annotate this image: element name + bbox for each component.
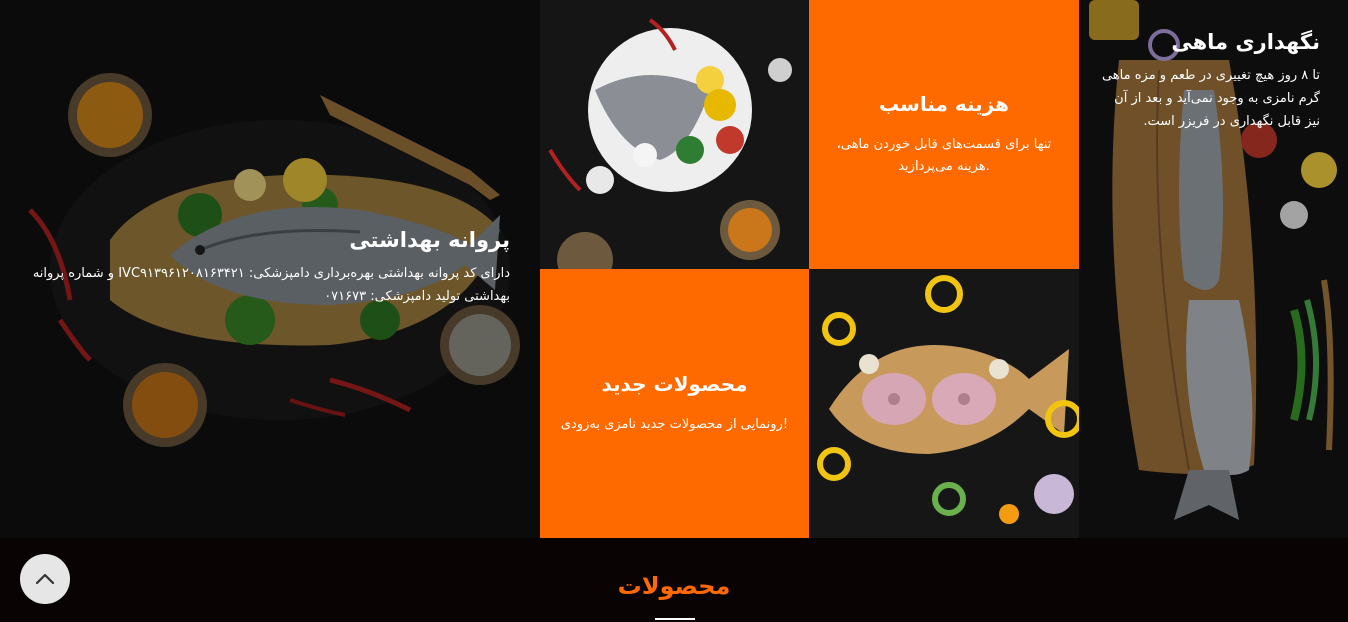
feature-text-cost: تنها برای قسمت‌های قابل خوردن ماهی، هزین…: [836, 136, 1052, 174]
feature-title-storage: نگهداری ماهی: [1171, 30, 1320, 54]
feature-card-new-products: محصولات جدید رونمایی از محصولات جدید نام…: [540, 269, 809, 538]
feature-card-storage: نگهداری ماهی تا ۸ روز هیچ تغییری در طعم …: [1100, 30, 1320, 133]
section-title-underline: [655, 618, 695, 620]
feature-title-cost: هزینه مناسب: [879, 91, 1009, 116]
fish-vegetables-illustration: [540, 0, 809, 269]
feature-title-license: پروانه بهداشتی: [349, 228, 510, 252]
feature-title-new-products: محصولات جدید: [601, 371, 748, 396]
fish-steaks-illustration: [809, 269, 1079, 538]
feature-text-license: دارای کد پروانه بهداشتی بهره‌برداری دامپ…: [32, 266, 510, 304]
feature-text-new-products: رونمایی از محصولات جدید نامزی به‌زودی!: [560, 416, 789, 432]
feature-card-license: پروانه بهداشتی دارای کد پروانه بهداشتی ب…: [30, 228, 510, 308]
feature-card-cost: هزینه مناسب تنها برای قسمت‌های قابل خورد…: [809, 0, 1079, 269]
fish-steaks-image-bottom: [809, 269, 1079, 538]
feature-text-storage: تا ۸ روز هیچ تغییری در طعم و مزه ماهی گر…: [1101, 68, 1320, 129]
scroll-to-top-button[interactable]: [20, 554, 70, 604]
products-section-title: محصولات: [617, 572, 731, 600]
fish-vegetables-image-top: [540, 0, 809, 269]
chevron-up-icon: [35, 573, 55, 585]
